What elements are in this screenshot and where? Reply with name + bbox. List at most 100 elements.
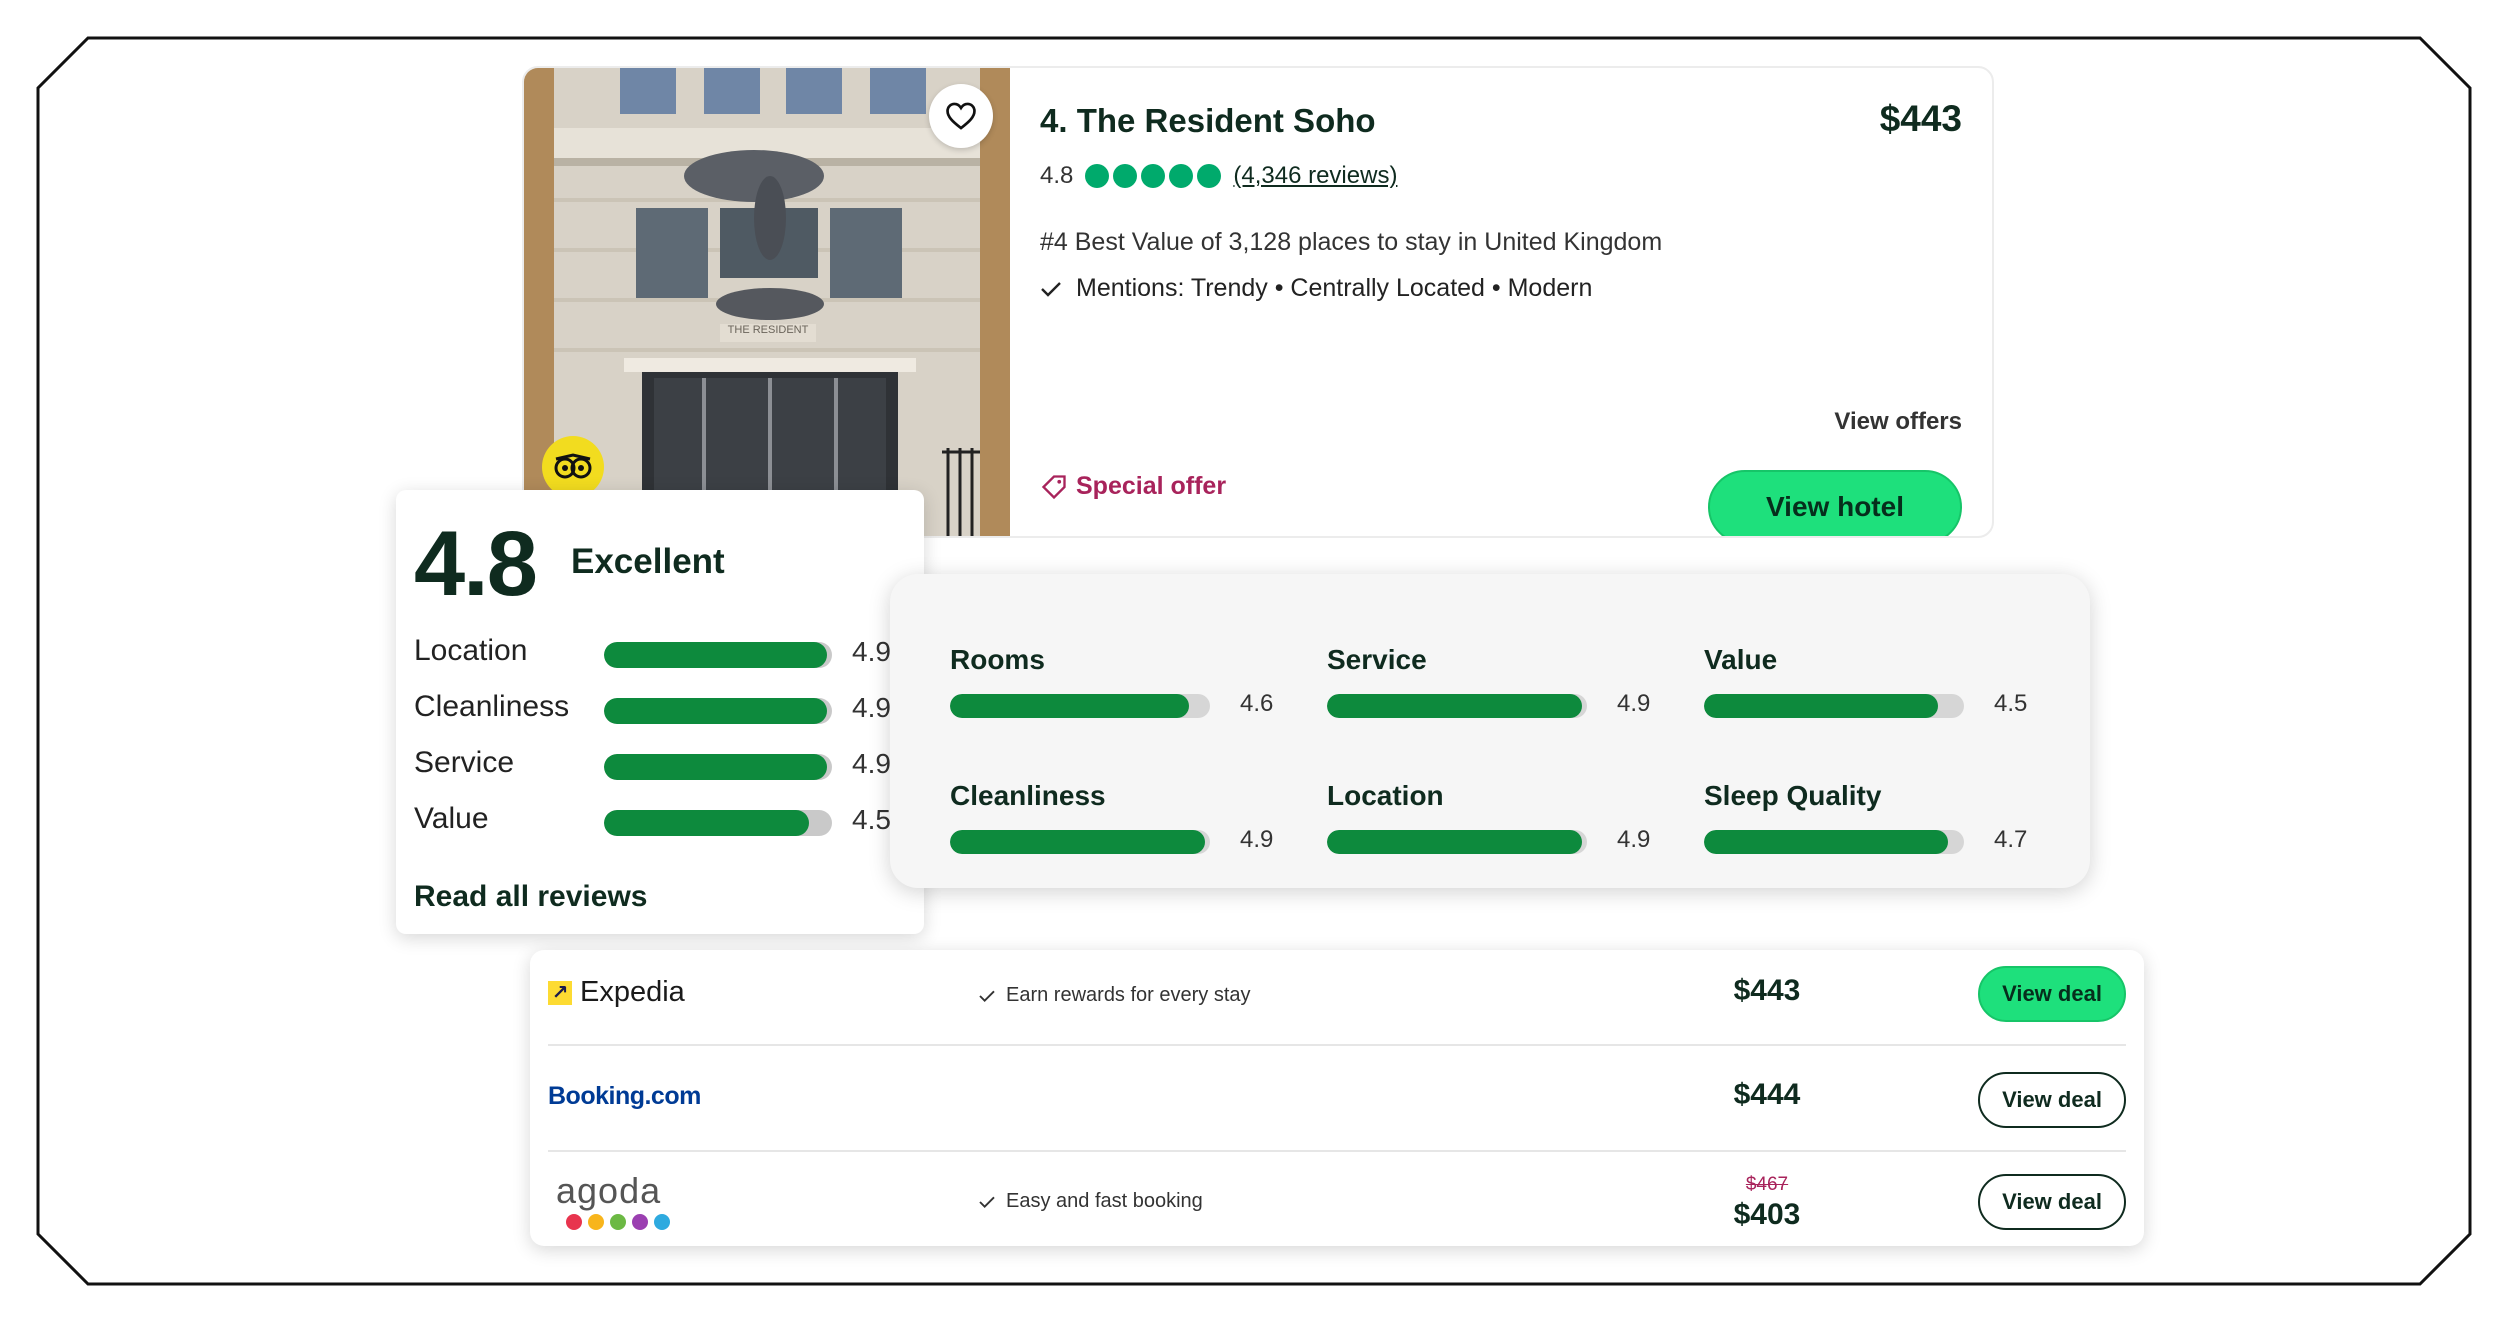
agoda-dots (566, 1214, 670, 1230)
score-row-value: 4.9 (852, 748, 891, 779)
check-icon (979, 1196, 995, 1208)
subrating-bar (1327, 694, 1587, 718)
expedia-arrow-icon: ↗ (548, 980, 572, 1005)
subrating-bar-fill (1704, 830, 1949, 854)
subrating-value: 4.6 (1240, 690, 1274, 717)
favorite-button[interactable] (929, 84, 993, 148)
subrating-value-number: 4.5 (1994, 690, 2028, 717)
score-bar (604, 698, 832, 724)
subrating-bar (1327, 830, 1587, 854)
best-value-text: #4 Best Value of 3,128 places to stay in… (1040, 228, 1663, 256)
subrating-bar (1704, 694, 1964, 718)
subrating-bar (950, 694, 1210, 718)
view-deal-button-agoda[interactable]: View deal (1978, 1174, 2126, 1230)
mentions-text: Mentions: Trendy • Centrally Located • M… (1076, 274, 1593, 302)
agoda-dot (654, 1214, 670, 1230)
deals-card: ↗ Expedia Earn rewards for every stay $4… (530, 950, 2144, 1246)
score-row-value: 4.9 (852, 692, 891, 723)
agoda-dot (566, 1214, 582, 1230)
subrating-value: 4.9 (1617, 690, 1651, 717)
rating-bubbles (1085, 164, 1222, 188)
score-rows: Location 4.9 Cleanliness 4.9 Service 4.9… (414, 630, 924, 854)
view-hotel-button[interactable]: View hotel (1708, 470, 1962, 536)
view-deal-button-booking[interactable]: View deal (1978, 1072, 2126, 1128)
hotel-price: $443 (1879, 98, 1962, 139)
subrating-value: Value 4.5 (1704, 644, 2034, 734)
score-row-value: 4.5 (852, 804, 891, 835)
score-row: Location 4.9 (414, 630, 924, 686)
deal-perk-text: Earn rewards for every stay (1006, 984, 1251, 1006)
score-bar-fill (604, 810, 810, 836)
agoda-dot (588, 1214, 604, 1230)
deal-price: $443 (1733, 974, 1801, 1007)
provider-name: agoda (556, 1170, 662, 1211)
subrating-label: Rooms (950, 644, 1045, 675)
score-row-label: Location (414, 634, 528, 667)
special-offer-label: Special offer (1076, 472, 1227, 500)
score-row-value: 4.9 (852, 636, 891, 667)
subrating-label: Sleep Quality (1704, 780, 1882, 811)
subrating-bar (1704, 830, 1964, 854)
subrating-label: Service (1327, 644, 1427, 675)
score-bar (604, 810, 832, 836)
score-row-label: Service (414, 746, 515, 779)
subrating-rooms: Rooms 4.6 (950, 644, 1280, 734)
deal-row-agoda[interactable]: agoda Easy and fast booking $467 $403 Vi… (548, 1152, 2126, 1246)
overall-score-label: Excellent (571, 542, 725, 581)
special-offer-link[interactable]: Special offer (1040, 472, 1226, 501)
subrating-label: Location (1327, 780, 1444, 811)
subrating-cleanliness: Cleanliness 4.9 (950, 780, 1280, 870)
rating-bubble (1085, 164, 1110, 188)
hotel-title[interactable]: 4. The Resident Soho (1040, 102, 1376, 140)
overall-score: 4.8 (414, 513, 538, 615)
agoda-dot (610, 1214, 626, 1230)
subrating-bar-fill (1327, 830, 1582, 854)
subrating-value: 4.9 (1240, 826, 1274, 853)
view-offers-link[interactable]: View offers (1834, 408, 1962, 436)
reviews-link[interactable]: (4,346 reviews) (1233, 162, 1397, 190)
score-bar (604, 642, 832, 668)
rating-bubble (1113, 164, 1138, 188)
deal-perk: Easy and fast booking (978, 1190, 1203, 1213)
view-deal-button-expedia[interactable]: View deal (1978, 966, 2126, 1022)
subrating-location: Location 4.9 (1327, 780, 1657, 870)
subrating-service: Service 4.9 (1327, 644, 1657, 734)
facade-sign: THE RESIDENT (727, 324, 809, 336)
subrating-bar (950, 830, 1210, 854)
score-row: Service 4.9 (414, 742, 924, 798)
subrating-bar-fill (950, 694, 1190, 718)
score-bar (604, 754, 832, 780)
rating-bubble (1169, 164, 1194, 188)
overall-score-card: 4.8 Excellent Location 4.9 Cleanliness 4… (396, 490, 924, 934)
subrating-value: 4.7 (1994, 826, 2028, 853)
hotel-info: 4. The Resident Soho $443 4.8 (4,346 rev… (1040, 98, 1962, 536)
deal-price: $444 (1733, 1078, 1801, 1111)
deal-perk-text: Easy and fast booking (1006, 1190, 1203, 1212)
deal-old-price: $467 (1745, 1174, 1789, 1195)
subratings-card: Rooms 4.6 Service 4.9 Value 4.5 Cleanlin… (890, 574, 2090, 888)
tag-icon (1041, 474, 1066, 499)
deal-row-booking[interactable]: Booking.com $444 View deal (548, 1046, 2126, 1152)
tripadvisor-owl-icon (542, 436, 604, 498)
score-row-label: Value (414, 802, 489, 835)
subrating-label: Cleanliness (950, 780, 1106, 811)
score-row: Value 4.5 (414, 798, 924, 854)
deal-price: $403 (1733, 1198, 1801, 1231)
subrating-bar-fill (1704, 694, 1938, 718)
check-icon (1041, 281, 1061, 297)
agoda-dot (632, 1214, 648, 1230)
rating-number: 4.8 (1040, 162, 1074, 189)
mentions-row: Mentions: Trendy • Centrally Located • M… (1040, 274, 1592, 303)
rating-bubble (1197, 164, 1222, 188)
score-row-label: Cleanliness (414, 690, 570, 723)
hotel-card[interactable]: THE RESIDENT 4. The Resident Soho $443 4… (522, 66, 1994, 538)
subrating-value: 4.9 (1617, 826, 1651, 853)
deal-row-expedia[interactable]: ↗ Expedia Earn rewards for every stay $4… (548, 950, 2126, 1046)
rating-row: 4.8 (4,346 reviews) (1040, 162, 1397, 190)
read-all-reviews-link[interactable]: Read all reviews (414, 880, 647, 914)
subrating-bar-fill (950, 830, 1205, 854)
score-bar-fill (604, 698, 828, 724)
heart-icon (946, 102, 976, 130)
expedia-logo: ↗ Expedia (548, 976, 685, 1009)
score-bar-fill (604, 642, 828, 668)
